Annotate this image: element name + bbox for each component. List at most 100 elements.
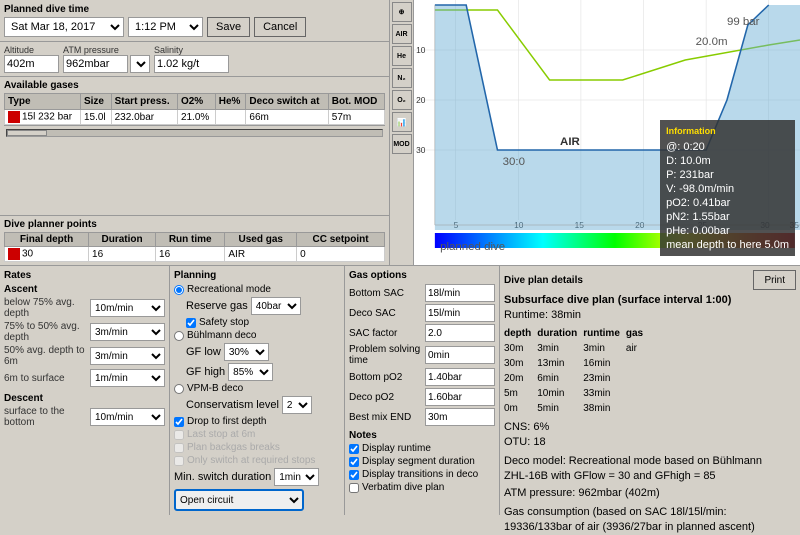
display-segment-checkbox[interactable]	[349, 457, 359, 467]
gas-consumption-label: Gas consumption (based on SAC 18l/15l/mi…	[504, 505, 774, 535]
dive-plan-details-title: Dive plan details	[504, 275, 583, 286]
point-run-time: 16	[156, 247, 225, 262]
recreational-label: Recreational mode	[187, 284, 271, 295]
deco-po2-input[interactable]	[425, 388, 495, 406]
svg-text:30: 30	[416, 146, 426, 155]
svg-text:30:0: 30:0	[503, 156, 525, 168]
gases-table: Type Size Start press. O2% He% Deco swit…	[4, 93, 385, 125]
subsurface-label: Subsurface dive plan (surface interval 1…	[504, 293, 796, 308]
min-switch-select[interactable]: 1min	[274, 468, 319, 486]
plan-depth: 30m	[504, 341, 537, 356]
cancel-button[interactable]: Cancel	[254, 17, 306, 37]
altitude-input[interactable]	[4, 55, 59, 73]
info-phe: pHe: 0.00bar	[666, 224, 789, 238]
sac-factor-input[interactable]	[425, 324, 495, 342]
col-run-time: Run time	[156, 233, 225, 247]
print-button[interactable]: Print	[753, 270, 796, 290]
drop-first-depth-checkbox[interactable]	[174, 417, 184, 427]
verbatim-dive-plan-checkbox[interactable]	[349, 483, 359, 493]
min-switch-label: Min. switch duration	[174, 471, 271, 483]
runtime-label: Runtime: 38min	[504, 308, 796, 323]
chart-panel: ⊕ AIR He N₂ O₂ 📊 MOD	[390, 0, 800, 265]
display-transitions-checkbox[interactable]	[349, 470, 359, 480]
conservatism-select[interactable]: 2	[282, 396, 312, 414]
plan-backgas-checkbox[interactable]	[174, 443, 184, 453]
gf-low-select[interactable]: 30%	[224, 343, 269, 361]
info-mean-depth: mean depth to here 5.0m	[666, 238, 789, 252]
last-stop-6m-checkbox[interactable]	[174, 430, 184, 440]
to-surface-label: 6m to surface	[4, 373, 90, 384]
time-select[interactable]: 1:12 PM	[128, 17, 203, 37]
reserve-gas-select[interactable]: 40bar	[251, 297, 301, 315]
col-o2: O2%	[177, 94, 215, 110]
notes-section: Notes Display runtime Display segment du…	[349, 430, 495, 493]
scrollbar-thumb	[7, 130, 47, 136]
plan-duration: 3min	[537, 341, 583, 356]
below-75-select[interactable]: 10m/min	[90, 299, 165, 317]
vpm-radio[interactable]	[174, 384, 184, 394]
p75-50-select[interactable]: 3m/min	[90, 323, 165, 341]
horizontal-scrollbar[interactable]	[4, 125, 385, 139]
svg-text:20.0m: 20.0m	[696, 36, 728, 48]
safety-stop-checkbox[interactable]	[186, 318, 196, 328]
bottom-po2-input[interactable]	[425, 368, 495, 386]
surface-bottom-select[interactable]: 10m/min	[90, 408, 165, 426]
atm-pressure-label: ATM pressure	[63, 45, 150, 55]
toolbar-btn-n2[interactable]: N₂	[392, 68, 412, 88]
buehlmann-radio[interactable]	[174, 331, 184, 341]
svg-text:planned dive: planned dive	[440, 241, 505, 253]
atm-pressure-input[interactable]	[63, 55, 128, 73]
buehlmann-label: Bühlmann deco	[187, 330, 257, 341]
descent-title: Descent	[4, 393, 165, 404]
deco-model-label: Deco model: Recreational mode based on B…	[504, 454, 774, 484]
bottom-sac-input[interactable]	[425, 284, 495, 302]
dive-planner-label: Dive planner points	[4, 219, 385, 230]
toolbar-btn-plus-mod[interactable]: MOD	[392, 134, 412, 154]
atm-pressure-unit[interactable]: ▼	[130, 55, 150, 73]
toolbar-btn-o2[interactable]: O₂	[392, 90, 412, 110]
problem-solving-input[interactable]	[425, 346, 495, 364]
col-he: He%	[215, 94, 246, 110]
date-select[interactable]: Sat Mar 18, 2017	[4, 17, 124, 37]
gf-high-select[interactable]: 85%	[228, 363, 273, 381]
open-circuit-select[interactable]: Open circuit	[174, 489, 304, 511]
planning-panel: Planning Recreational mode Reserve gas 4…	[170, 266, 345, 515]
gas-size: 15.0l	[80, 110, 111, 125]
display-runtime-checkbox[interactable]	[349, 444, 359, 454]
display-segment-label: Display segment duration	[362, 456, 475, 467]
best-mix-end-input[interactable]	[425, 408, 495, 426]
display-runtime-label: Display runtime	[362, 443, 431, 454]
atm-pressure-detail-label: ATM pressure: 962mbar (402m)	[504, 486, 796, 501]
side-toolbar: ⊕ AIR He N₂ O₂ 📊 MOD	[390, 0, 414, 265]
toolbar-btn-1[interactable]: ⊕	[392, 2, 412, 22]
notes-title: Notes	[349, 430, 495, 441]
otu-label: OTU: 18	[504, 435, 796, 450]
point-cc-setpoint: 0	[297, 247, 385, 262]
point-final-depth: 30	[5, 247, 89, 262]
dive-plan-details-panel: Dive plan details Print Subsurface dive …	[500, 266, 800, 515]
to-surface-select[interactable]: 1m/min	[90, 369, 165, 387]
col-type: Type	[5, 94, 81, 110]
deco-sac-input[interactable]	[425, 304, 495, 322]
planning-title: Planning	[174, 270, 340, 281]
rates-panel: Rates Ascent below 75% avg. depth 10m/mi…	[0, 266, 170, 515]
gas-bot-mod: 57m	[328, 110, 384, 125]
toolbar-btn-he[interactable]: He	[392, 46, 412, 66]
toolbar-btn-2[interactable]: AIR	[392, 24, 412, 44]
info-po2: pO2: 0.41bar	[666, 196, 789, 210]
recreational-radio[interactable]	[174, 285, 184, 295]
rates-title: Rates	[4, 270, 165, 281]
only-switch-checkbox[interactable]	[174, 456, 184, 466]
salinity-input[interactable]	[154, 55, 229, 73]
gas-options-panel: Gas options Bottom SAC Deco SAC SAC fact…	[345, 266, 500, 515]
info-t: @: 0:20	[666, 140, 789, 154]
p50-6m-select[interactable]: 3m/min	[90, 347, 165, 365]
ascent-title: Ascent	[4, 284, 165, 295]
save-button[interactable]: Save	[207, 17, 250, 37]
gas-options-title: Gas options	[349, 270, 495, 281]
reserve-gas-label: Reserve gas	[186, 300, 248, 312]
col-deco-switch: Deco switch at	[246, 94, 328, 110]
col-size: Size	[80, 94, 111, 110]
th-depth: depth	[504, 326, 537, 341]
toolbar-btn-graph[interactable]: 📊	[392, 112, 412, 132]
